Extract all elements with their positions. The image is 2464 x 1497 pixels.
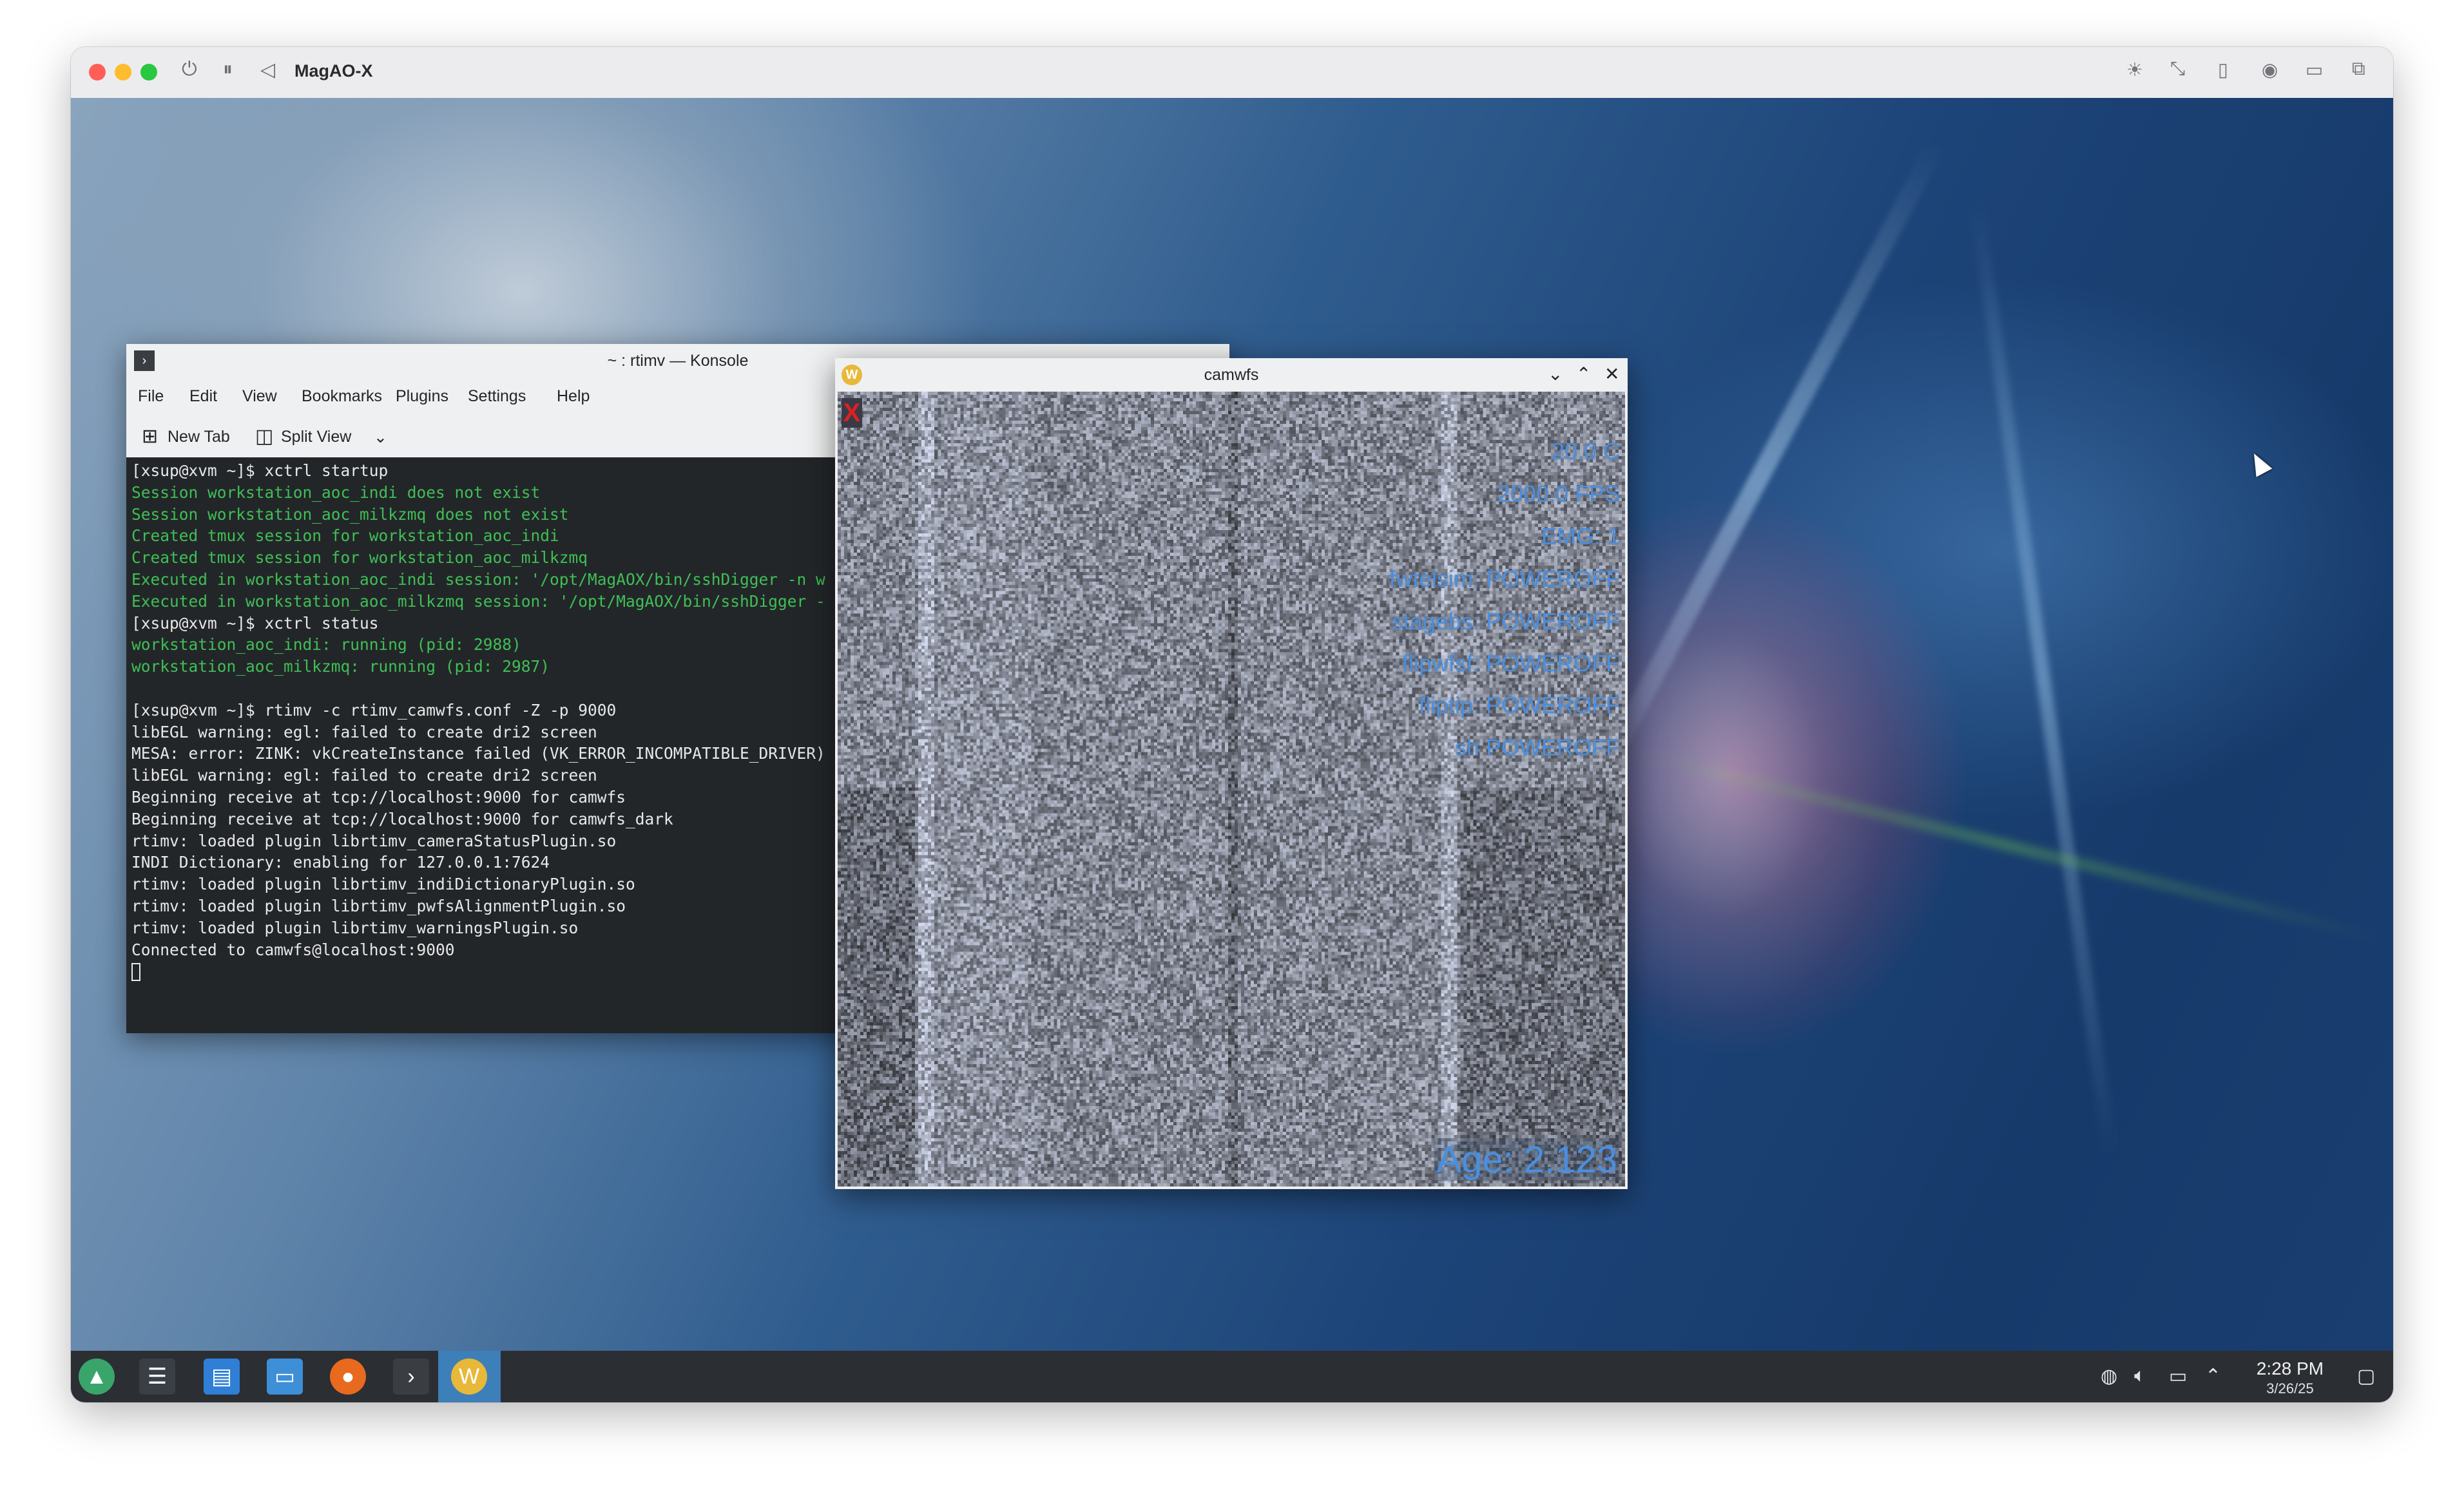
- back-icon[interactable]: ◁: [260, 59, 275, 81]
- file-manager-icon[interactable]: ▭: [267, 1359, 303, 1395]
- close-button[interactable]: [89, 64, 106, 81]
- stat-fwtelsim: fwtelsim: POWEROFF: [1389, 566, 1620, 592]
- stat-fliptip: fliptip: POWEROFF: [1418, 692, 1620, 718]
- menu-plugins[interactable]: Plugins: [396, 387, 448, 406]
- stat-fps: 2000.0 FPS: [1497, 481, 1620, 507]
- rtimv-icon[interactable]: W: [451, 1359, 487, 1395]
- konsole-icon[interactable]: ›: [393, 1359, 429, 1395]
- minimize-button[interactable]: [115, 64, 131, 81]
- clock-date[interactable]: 3/26/25: [2245, 1380, 2335, 1397]
- zoom-button[interactable]: [140, 64, 157, 81]
- split-view-button[interactable]: Split View: [281, 428, 351, 446]
- settings-icon[interactable]: ☰: [139, 1359, 175, 1395]
- stat-flipwfsf: flipwfsf: POWEROFF: [1401, 650, 1620, 676]
- stat-sh: sh POWEROFF: [1454, 734, 1620, 761]
- camwfs-window[interactable]: W camwfs ⌄ ⌃ ✕ X 20.0 C 2000.0 FPS EMG: …: [835, 358, 1628, 1189]
- menu-edit[interactable]: Edit: [189, 387, 217, 406]
- wallpaper-streak: [1968, 198, 2118, 1158]
- menu-settings[interactable]: Settings: [468, 387, 526, 406]
- menu-view[interactable]: View: [242, 387, 277, 406]
- camwfs-titlebar[interactable]: W camwfs ⌄ ⌃ ✕: [835, 358, 1628, 392]
- menu-help[interactable]: Help: [557, 387, 590, 406]
- status-x-mark: X: [842, 398, 862, 428]
- stat-temperature: 20.0 C: [1551, 438, 1620, 464]
- pause-icon[interactable]: ⏸: [223, 59, 233, 81]
- windows-icon[interactable]: ⧉: [2352, 59, 2365, 80]
- chevron-up-icon[interactable]: ⌃: [2205, 1365, 2221, 1387]
- mouse-cursor-icon: [2246, 449, 2273, 477]
- minimize-icon[interactable]: ⌄: [1548, 363, 1563, 385]
- camera-image[interactable]: X 20.0 C 2000.0 FPS EMG: 1 fwtelsim: POW…: [838, 392, 1625, 1187]
- resize-icon[interactable]: ⤡: [2170, 59, 2185, 80]
- stat-stagebs: stagebs: POWEROFF: [1391, 608, 1620, 634]
- new-tab-button[interactable]: New Tab: [168, 428, 230, 446]
- maximize-icon[interactable]: ⌃: [1576, 363, 1591, 385]
- firefox-icon[interactable]: ●: [330, 1359, 366, 1395]
- usb-icon[interactable]: ▯: [2218, 59, 2228, 81]
- chevron-down-icon[interactable]: ⌄: [374, 428, 387, 447]
- split-view-icon[interactable]: ◫: [255, 425, 273, 448]
- show-desktop-icon[interactable]: ▢: [2357, 1365, 2375, 1387]
- wallpaper-streak: [1627, 745, 2381, 944]
- display-icon[interactable]: ▭: [2169, 1365, 2187, 1387]
- power-icon[interactable]: ⏻: [182, 59, 197, 81]
- new-tab-icon[interactable]: ⊞: [142, 425, 158, 448]
- volume-icon[interactable]: 🔈︎: [2134, 1365, 2146, 1387]
- age-readout: Age: 2.123: [1434, 1138, 1620, 1181]
- vm-titlebar: ⏻ ⏸ ◁ MagAO-X ☀ ⤡ ▯ ◉ ▭ ⧉: [71, 47, 2393, 99]
- folder-icon[interactable]: ▭: [2305, 59, 2323, 81]
- camwfs-title: camwfs: [1204, 366, 1259, 384]
- camera-icon[interactable]: ◉: [2262, 59, 2278, 81]
- stat-emg: EMG: 1: [1541, 523, 1620, 549]
- taskbar: ▲ ☰ ▤ ▭ ● › W ◍ 🔈︎ ▭ ⌃ 2:28 PM 3/26/25 ▢: [71, 1351, 2393, 1402]
- wavefront-sensor-image: [838, 392, 1625, 1187]
- vm-title: MagAO-X: [294, 61, 373, 81]
- app-launcher-icon[interactable]: ▲: [79, 1359, 115, 1395]
- network-icon[interactable]: ◍: [2101, 1365, 2117, 1387]
- close-icon[interactable]: ✕: [1604, 363, 1619, 385]
- discover-store-icon[interactable]: ▤: [204, 1359, 240, 1395]
- vm-window: ⏻ ⏸ ◁ MagAO-X ☀ ⤡ ▯ ◉ ▭ ⧉ › ~ : rtimv — …: [71, 47, 2393, 1402]
- menu-bookmarks[interactable]: Bookmarks: [302, 387, 382, 406]
- brightness-icon[interactable]: ☀: [2126, 59, 2143, 81]
- desktop: › ~ : rtimv — Konsole File Edit View Boo…: [71, 98, 2393, 1351]
- clock-time[interactable]: 2:28 PM: [2245, 1359, 2335, 1379]
- menu-file[interactable]: File: [138, 387, 164, 406]
